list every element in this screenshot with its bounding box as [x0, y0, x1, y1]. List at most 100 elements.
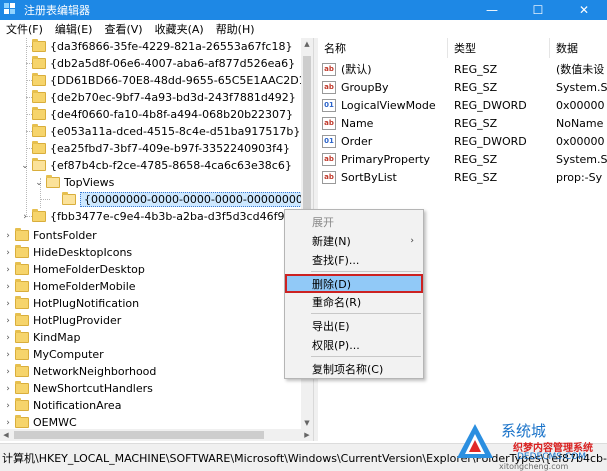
title-bar: 注册表编辑器 — ☐ ✕	[0, 0, 607, 20]
folder-icon	[15, 398, 29, 411]
folder-icon	[15, 313, 29, 326]
menu-separator	[311, 271, 421, 272]
scroll-down-arrow-icon[interactable]: ▼	[301, 417, 313, 429]
expand-chevron-icon[interactable]: ›	[3, 418, 13, 428]
reg-dword-icon: 01	[322, 134, 336, 148]
open-folder-icon	[62, 192, 76, 205]
expand-chevron-icon[interactable]: ›	[3, 367, 13, 377]
expand-chevron-icon[interactable]: ›	[3, 401, 13, 411]
tree-item[interactable]: › NotificationArea	[3, 397, 121, 414]
watermark-logo-icon	[457, 424, 493, 458]
menu-separator	[311, 356, 421, 357]
tree-item[interactable]: › MyComputer	[3, 346, 104, 363]
column-header-name[interactable]: 名称	[318, 38, 448, 58]
folder-icon	[15, 262, 29, 275]
tree-item[interactable]: › FontsFolder	[3, 227, 97, 244]
menu-edit[interactable]: 编辑(E)	[49, 21, 99, 37]
tree-item[interactable]: {db2a5d8f-06e6-4007-aba6-af877d526ea6}	[32, 55, 295, 72]
collapse-chevron-icon[interactable]: ⌄	[34, 178, 44, 188]
maximize-button[interactable]: ☐	[515, 0, 561, 20]
tree-item[interactable]: {ea25fbd7-3bf7-409e-b97f-3352240903f4}	[32, 140, 290, 157]
menu-help[interactable]: 帮助(H)	[210, 21, 261, 37]
value-row[interactable]: 01 LogicalViewMode REG_DWORD 0x00000	[318, 96, 607, 114]
value-row[interactable]: 01 Order REG_DWORD 0x00000	[318, 132, 607, 150]
expand-chevron-icon[interactable]: ›	[3, 350, 13, 360]
tree-item[interactable]: › KindMap	[3, 329, 80, 346]
ctx-new[interactable]: 新建(N) ›	[286, 231, 422, 250]
ctx-copy-key-name[interactable]: 复制项名称(C)	[286, 359, 422, 378]
ctx-expand[interactable]: 展开	[286, 212, 422, 231]
menu-separator	[311, 313, 421, 314]
tree-item[interactable]: › HotPlugNotification	[3, 295, 139, 312]
scroll-up-arrow-icon[interactable]: ▲	[301, 38, 313, 50]
folder-icon	[32, 56, 46, 69]
column-header-data[interactable]: 数据	[550, 38, 607, 58]
tree-item[interactable]: {DD61BD66-70E8-48dd-9655-65C5E1AAC2D1}	[32, 72, 310, 89]
expand-chevron-icon[interactable]: ›	[3, 316, 13, 326]
context-menu: 展开 新建(N) › 查找(F)... 删除(D) 重命名(R) 导出(E) 权…	[284, 209, 424, 379]
folder-icon	[15, 381, 29, 394]
value-row[interactable]: ab Name REG_SZ NoName	[318, 114, 607, 132]
expand-chevron-icon[interactable]: ›	[3, 265, 13, 275]
scroll-right-arrow-icon[interactable]: ▶	[301, 429, 313, 441]
value-row[interactable]: ab GroupBy REG_SZ System.S	[318, 78, 607, 96]
value-row[interactable]: ab PrimaryProperty REG_SZ System.S	[318, 150, 607, 168]
tree-item-selected[interactable]: {00000000-0000-0000-0000-000000000000}	[62, 191, 310, 208]
menu-view[interactable]: 查看(V)	[98, 21, 148, 37]
expand-chevron-icon[interactable]: ›	[20, 212, 30, 222]
tree-item[interactable]: › HotPlugProvider	[3, 312, 121, 329]
ctx-permissions[interactable]: 权限(P)...	[286, 335, 422, 354]
ctx-rename[interactable]: 重命名(R)	[286, 292, 422, 311]
tree-item[interactable]: › NetworkNeighborhood	[3, 363, 156, 380]
collapse-chevron-icon[interactable]: ⌄	[20, 161, 30, 171]
folder-icon	[32, 124, 46, 137]
ctx-delete[interactable]: 删除(D)	[285, 274, 423, 293]
menu-file[interactable]: 文件(F)	[0, 21, 49, 37]
window-title: 注册表编辑器	[24, 4, 90, 17]
tree-item[interactable]: › HomeFolderDesktop	[3, 261, 145, 278]
tree-horizontal-scrollbar[interactable]: ◀ ▶	[0, 429, 313, 441]
tree-item[interactable]: › NewShortcutHandlers	[3, 380, 153, 397]
tree-item-expanded[interactable]: ⌄ {ef87b4cb-f2ce-4785-8658-4ca6c63e38c6}	[20, 157, 292, 174]
expand-chevron-icon[interactable]: ›	[3, 248, 13, 258]
reg-sz-icon: ab	[322, 62, 336, 76]
tree-item[interactable]: {e053a11a-dced-4515-8c4e-d51ba917517b}	[32, 123, 300, 140]
expand-chevron-icon[interactable]: ›	[3, 384, 13, 394]
value-row[interactable]: ab (默认) REG_SZ (数值未设	[318, 60, 607, 78]
folder-icon	[32, 90, 46, 103]
reg-dword-icon: 01	[322, 98, 336, 112]
close-button[interactable]: ✕	[561, 0, 607, 20]
registry-tree: {da3f6866-35fe-4229-821a-26553a67fc18} {…	[0, 38, 310, 429]
menu-favorites[interactable]: 收藏夹(A)	[149, 21, 210, 37]
scroll-thumb[interactable]	[303, 56, 311, 226]
folder-icon	[15, 279, 29, 292]
tree-item[interactable]: {de2b70ec-9bf7-4a93-bd3d-243f7881d492}	[32, 89, 296, 106]
tree-item[interactable]: › HomeFolderMobile	[3, 278, 136, 295]
scroll-thumb[interactable]	[14, 431, 264, 439]
tree-item[interactable]: › OEMWC	[3, 414, 77, 429]
ctx-export[interactable]: 导出(E)	[286, 316, 422, 335]
tree-item[interactable]: {de4f0660-fa10-4b8f-a494-068b20b22307}	[32, 106, 293, 123]
submenu-arrow-icon: ›	[410, 235, 414, 246]
folder-icon	[15, 347, 29, 360]
folder-icon	[15, 245, 29, 258]
folder-icon	[15, 296, 29, 309]
expand-chevron-icon[interactable]: ›	[3, 299, 13, 309]
value-row[interactable]: ab SortByList REG_SZ prop:-Sy	[318, 168, 607, 186]
column-header-type[interactable]: 类型	[448, 38, 550, 58]
tree-item[interactable]: › HideDesktopIcons	[3, 244, 132, 261]
folder-icon	[32, 39, 46, 52]
tree-item-topviews[interactable]: ⌄ TopViews	[34, 174, 114, 191]
expand-chevron-icon[interactable]: ›	[3, 231, 13, 241]
minimize-button[interactable]: —	[469, 0, 515, 20]
scroll-left-arrow-icon[interactable]: ◀	[0, 429, 12, 441]
folder-icon	[32, 209, 46, 222]
ctx-find[interactable]: 查找(F)...	[286, 250, 422, 269]
open-folder-icon	[32, 158, 46, 171]
tree-item[interactable]: {da3f6866-35fe-4229-821a-26553a67fc18}	[32, 38, 292, 55]
expand-chevron-icon[interactable]: ›	[3, 333, 13, 343]
tree-item[interactable]: › {fbb3477e-c9e4-4b3b-a2ba-d3f5d3cd46f9}	[20, 208, 291, 225]
folder-icon	[15, 415, 29, 428]
site-watermark: 系统城 织梦内容管理系统 DEDECMS.COM xitongcheng.com	[447, 418, 607, 471]
expand-chevron-icon[interactable]: ›	[3, 282, 13, 292]
